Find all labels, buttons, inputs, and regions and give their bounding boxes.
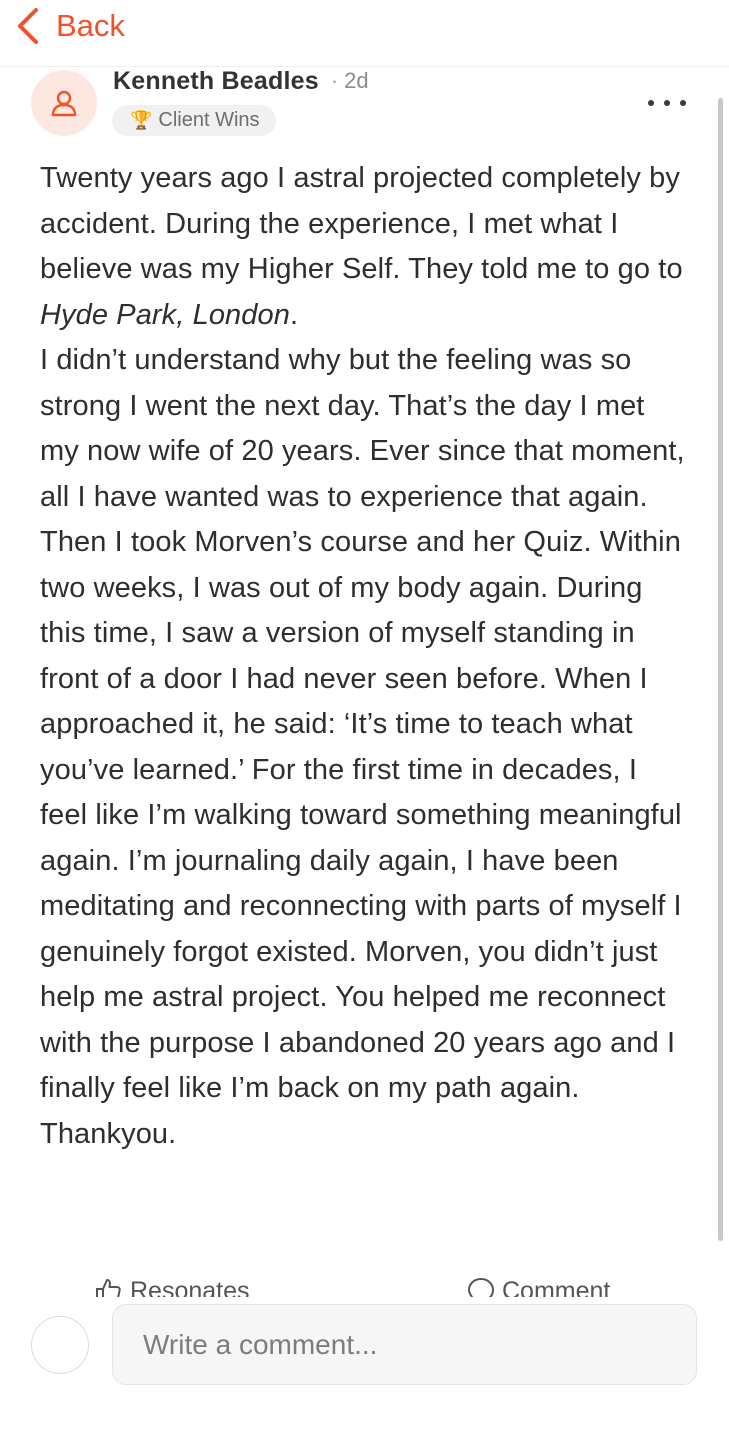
comment-button[interactable]: Comment [466, 1276, 610, 1297]
author-name[interactable]: Kenneth Beadles [113, 67, 319, 96]
post-actions: Resonates Comment [0, 1270, 729, 1297]
more-options-button[interactable] [648, 92, 686, 114]
post-body: Twenty years ago I astral projected comp… [40, 156, 690, 1157]
post-paragraph: Twenty years ago I astral projected comp… [40, 162, 683, 331]
comment-bubble-icon [468, 1278, 494, 1297]
trophy-icon: 🏆 [130, 110, 153, 130]
thumbs-up-icon [96, 1279, 121, 1297]
resonates-button[interactable]: Resonates [94, 1276, 250, 1297]
author-avatar[interactable] [31, 70, 97, 136]
comment-input[interactable] [112, 1304, 697, 1385]
category-badge[interactable]: 🏆 Client Wins [112, 105, 276, 136]
place-name: Hyde Park, London [40, 298, 290, 331]
comment-label: Comment [502, 1276, 611, 1298]
back-button[interactable]: Back [14, 6, 125, 46]
post-timestamp: 2d [344, 68, 369, 93]
current-user-avatar [31, 1316, 89, 1374]
chevron-left-icon [18, 8, 38, 44]
user-icon [51, 90, 77, 117]
badge-label: Client Wins [158, 109, 260, 131]
post-meta: Kenneth Beadles · 2d [113, 64, 369, 98]
post-paragraph: I didn’t understand why but the feeling … [40, 344, 685, 1150]
meta-separator: · [330, 68, 339, 93]
resonates-label: Resonates [130, 1276, 250, 1298]
top-bar: Back [0, 0, 729, 67]
back-label: Back [56, 8, 125, 43]
scrollbar[interactable] [718, 98, 723, 1241]
more-horizontal-icon [648, 100, 654, 106]
